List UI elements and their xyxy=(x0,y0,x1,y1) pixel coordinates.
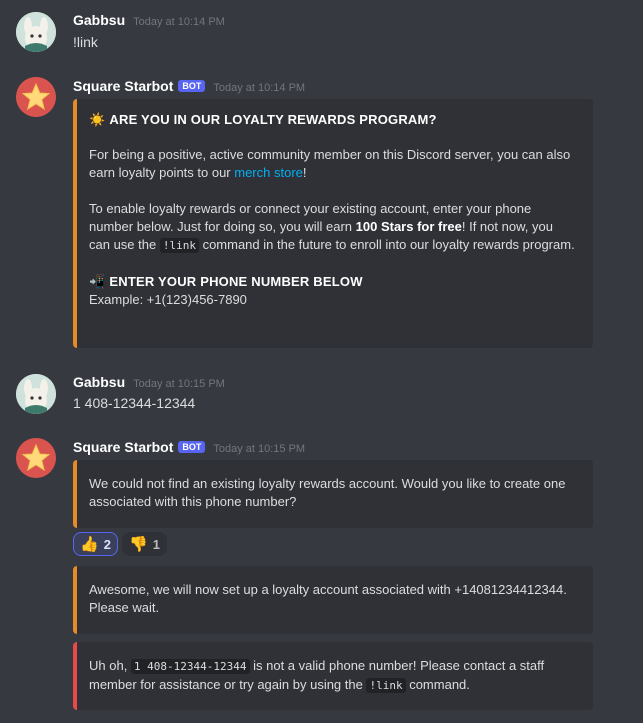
bot-tag: BOT xyxy=(178,441,206,453)
star-avatar-icon xyxy=(16,77,56,117)
account-setup-embed: Awesome, we will now set up a loyalty ac… xyxy=(73,566,593,634)
message-starbot-2: Square Starbot BOT Today at 10:15 PM We … xyxy=(0,430,643,723)
reaction-count: 1 xyxy=(152,536,160,552)
message-text: 1 408-12344-12344 xyxy=(73,395,196,411)
username[interactable]: Gabbsu xyxy=(73,12,125,28)
embed-title: ☀️ ARE YOU IN OUR LOYALTY REWARDS PROGRAM… xyxy=(89,112,437,127)
message-text: !link xyxy=(73,34,98,50)
avatar[interactable] xyxy=(16,12,56,52)
loyalty-embed: ☀️ ARE YOU IN OUR LOYALTY REWARDS PROGRAM… xyxy=(73,99,593,348)
sun-icon: ☀️ xyxy=(89,112,106,127)
merch-store-link[interactable]: merch store xyxy=(234,165,303,180)
message-gabbsu-2: Gabbsu Today at 10:15 PM 1 408-12344-123… xyxy=(0,370,643,426)
inline-code: !link xyxy=(159,238,199,253)
username[interactable]: Square Starbot xyxy=(73,78,173,94)
thumbs-down-reaction[interactable]: 👎 1 xyxy=(122,532,167,556)
message-gabbsu-1: Gabbsu Today at 10:14 PM !link xyxy=(0,0,643,60)
timestamp: Today at 10:14 PM xyxy=(213,82,306,94)
thumbs-up-reaction[interactable]: 👍 2 xyxy=(73,532,118,556)
message-starbot-1: Square Starbot BOT Today at 10:14 PM ☀️ A… xyxy=(0,70,643,360)
avatar[interactable] xyxy=(16,77,56,117)
embed-paragraph-2: To enable loyalty rewards or connect you… xyxy=(89,201,575,253)
avatar[interactable] xyxy=(16,438,56,478)
phone-arrow-icon: 📲 xyxy=(89,274,106,289)
timestamp: Today at 10:14 PM xyxy=(133,16,225,28)
embed-subtitle: 📲 ENTER YOUR PHONE NUMBER BELOW xyxy=(89,274,363,289)
timestamp: Today at 10:15 PM xyxy=(213,443,306,455)
thumbs-down-icon: 👎 xyxy=(129,536,148,553)
reaction-count: 2 xyxy=(103,536,111,552)
star-avatar-icon xyxy=(16,438,56,478)
user-avatar-icon xyxy=(16,12,56,52)
inline-code: !link xyxy=(366,678,406,693)
embed-example: Example: +1(123)456-7890 xyxy=(89,292,247,307)
thumbs-up-icon: 👍 xyxy=(80,536,99,553)
timestamp: Today at 10:15 PM xyxy=(133,378,225,390)
embed-paragraph-1: For being a positive, active community m… xyxy=(89,147,571,180)
user-avatar-icon xyxy=(16,374,56,414)
inline-code: 1 408-12344-12344 xyxy=(130,659,250,674)
username[interactable]: Gabbsu xyxy=(73,374,125,390)
invalid-number-embed: Uh oh, 1 408-12344-12344 is not a valid … xyxy=(73,642,593,710)
bot-tag: BOT xyxy=(178,80,206,92)
username[interactable]: Square Starbot xyxy=(73,439,173,455)
avatar[interactable] xyxy=(16,374,56,414)
account-not-found-embed: We could not find an existing loyalty re… xyxy=(73,460,593,528)
